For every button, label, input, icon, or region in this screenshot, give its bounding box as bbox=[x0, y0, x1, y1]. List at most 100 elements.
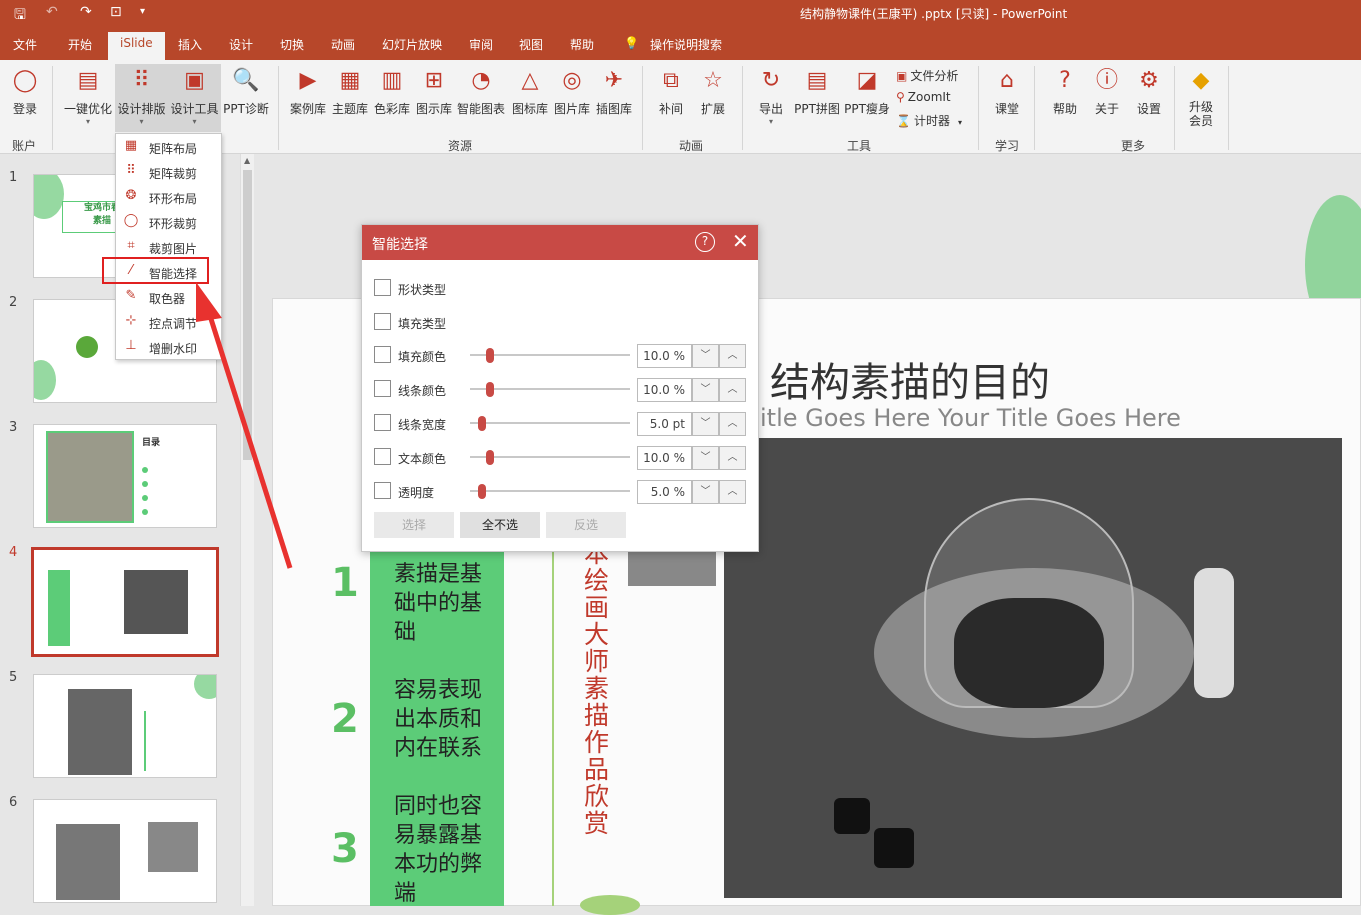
checkbox-text-color[interactable] bbox=[374, 448, 391, 465]
close-icon[interactable]: ✕ bbox=[732, 229, 749, 253]
slider-track[interactable] bbox=[470, 388, 630, 390]
slide-thumbnail-4[interactable] bbox=[31, 547, 219, 657]
menu-item-ring-layout[interactable]: ❂ 环形布局 bbox=[116, 184, 223, 209]
dialog-header[interactable]: 智能选择 ? ✕ bbox=[362, 225, 758, 260]
color-library-button[interactable]: ▥ 色彩库 bbox=[372, 66, 412, 117]
one-click-optimize-button[interactable]: ▤ 一键优化 ▾ bbox=[62, 66, 114, 126]
menu-item-color-picker[interactable]: ✎ 取色器 bbox=[116, 284, 223, 309]
decrease-button[interactable]: ﹀ bbox=[692, 412, 719, 436]
value-input[interactable]: 10.0 % bbox=[637, 344, 692, 368]
tab-review[interactable]: 审阅 bbox=[469, 36, 493, 53]
increase-button[interactable]: ︿ bbox=[719, 412, 746, 436]
customize-quick-access-icon[interactable]: ▾ bbox=[140, 6, 145, 17]
tab-islide[interactable]: iSlide bbox=[108, 32, 165, 60]
tell-me-search[interactable]: 操作说明搜索 bbox=[650, 36, 722, 53]
tab-insert[interactable]: 插入 bbox=[178, 36, 202, 53]
decrease-button[interactable]: ﹀ bbox=[692, 378, 719, 402]
checkbox-fill-type[interactable] bbox=[374, 313, 391, 330]
increase-button[interactable]: ︿ bbox=[719, 344, 746, 368]
slide-thumbnail-6[interactable] bbox=[33, 799, 217, 903]
slider-handle[interactable] bbox=[486, 382, 494, 397]
slider-handle[interactable] bbox=[486, 348, 494, 363]
invert-selection-button[interactable]: 反选 bbox=[546, 512, 626, 538]
menu-item-crop-image[interactable]: ⌗ 裁剪图片 bbox=[116, 234, 223, 259]
tab-animations[interactable]: 动画 bbox=[331, 36, 355, 53]
redo-icon[interactable]: ↷ bbox=[80, 4, 92, 20]
ppt-merge-button[interactable]: ▤ PPT拼图 bbox=[793, 66, 841, 117]
settings-button[interactable]: ⚙ 设置 bbox=[1132, 66, 1166, 117]
slider-track[interactable] bbox=[470, 456, 630, 458]
still-life-photo[interactable] bbox=[724, 438, 1342, 898]
illustration-library-button[interactable]: ✈ 插图库 bbox=[594, 66, 634, 117]
help-button[interactable]: ? 帮助 bbox=[1048, 66, 1082, 117]
help-icon[interactable]: ? bbox=[695, 232, 715, 252]
checkbox-shape-type[interactable] bbox=[374, 279, 391, 296]
increase-button[interactable]: ︿ bbox=[719, 446, 746, 470]
design-tools-button[interactable]: ▣ 设计工具 ▾ bbox=[168, 64, 221, 132]
checkbox-line-color[interactable] bbox=[374, 380, 391, 397]
menu-item-matrix-layout[interactable]: ▦ 矩阵布局 bbox=[116, 134, 223, 159]
select-none-button[interactable]: 全不选 bbox=[460, 512, 540, 538]
scroll-up-icon[interactable]: ▲ bbox=[244, 156, 250, 165]
slider-track[interactable] bbox=[470, 490, 630, 492]
tween-button[interactable]: ⧉ 补间 bbox=[654, 66, 688, 117]
login-button[interactable]: ◯ 登录 bbox=[10, 66, 40, 117]
value-input[interactable]: 5.0 pt bbox=[637, 412, 692, 436]
classroom-button[interactable]: ⌂ 课堂 bbox=[990, 66, 1024, 117]
slider-handle[interactable] bbox=[478, 416, 486, 431]
tab-help[interactable]: 帮助 bbox=[570, 36, 594, 53]
smart-chart-button[interactable]: ◔ 智能图表 bbox=[456, 66, 506, 117]
ppt-slim-button[interactable]: ◪ PPT瘦身 bbox=[843, 66, 891, 117]
vertical-red-text[interactable]: 本绘画大师素描作品欣赏 bbox=[584, 540, 612, 837]
about-button[interactable]: ⓘ 关于 bbox=[1090, 66, 1124, 117]
checkbox-line-width[interactable] bbox=[374, 414, 391, 431]
ppt-diagnose-button[interactable]: 🔍 PPT诊断 bbox=[222, 66, 270, 117]
menu-item-ring-crop[interactable]: ◯ 环形裁剪 bbox=[116, 209, 223, 234]
value-input[interactable]: 5.0 % bbox=[637, 480, 692, 504]
slide-subtitle[interactable]: itle Goes Here Your Title Goes Here bbox=[760, 404, 1181, 432]
decrease-button[interactable]: ﹀ bbox=[692, 446, 719, 470]
menu-item-matrix-crop[interactable]: ⠿ 矩阵裁剪 bbox=[116, 159, 223, 184]
tab-view[interactable]: 视图 bbox=[519, 36, 543, 53]
slider-handle[interactable] bbox=[478, 484, 486, 499]
picture-library-button[interactable]: ◎ 图片库 bbox=[552, 66, 592, 117]
slider-track[interactable] bbox=[470, 422, 630, 424]
select-button[interactable]: 选择 bbox=[374, 512, 454, 538]
zoomit-button[interactable]: ⚲ ZoomIt bbox=[896, 90, 951, 104]
slider-handle[interactable] bbox=[486, 450, 494, 465]
decrease-button[interactable]: ﹀ bbox=[692, 344, 719, 368]
timer-button[interactable]: ⌛ 计时器 ▾ bbox=[896, 112, 962, 129]
checkbox-fill-color[interactable] bbox=[374, 346, 391, 363]
design-layout-button[interactable]: ⠿ 设计排版 ▾ bbox=[115, 64, 168, 132]
slide-thumbnail-3[interactable]: 目录 bbox=[33, 424, 217, 528]
case-library-button[interactable]: ▶ 案例库 bbox=[288, 66, 328, 117]
checkbox-transparency[interactable] bbox=[374, 482, 391, 499]
tab-design[interactable]: 设计 bbox=[229, 36, 253, 53]
save-icon[interactable]: 🖫 bbox=[14, 4, 26, 28]
tab-slideshow[interactable]: 幻灯片放映 bbox=[382, 36, 442, 53]
decrease-button[interactable]: ﹀ bbox=[692, 480, 719, 504]
upgrade-member-button[interactable]: ◆ 升级 会员 bbox=[1184, 66, 1218, 128]
slider-track[interactable] bbox=[470, 354, 630, 356]
tab-home[interactable]: 开始 bbox=[68, 36, 92, 53]
thumbnail-scrollbar[interactable]: ▲ bbox=[240, 154, 254, 906]
diagram-library-button[interactable]: ⊞ 图示库 bbox=[414, 66, 454, 117]
undo-icon[interactable]: ↶ bbox=[46, 4, 58, 20]
theme-library-button[interactable]: ▦ 主题库 bbox=[330, 66, 370, 117]
menu-item-handle-adjust[interactable]: ⊹ 控点调节 bbox=[116, 309, 223, 334]
tab-transitions[interactable]: 切换 bbox=[280, 36, 304, 53]
export-button[interactable]: ↻ 导出 ▾ bbox=[754, 66, 788, 126]
increase-button[interactable]: ︿ bbox=[719, 480, 746, 504]
file-analysis-button[interactable]: ▣ 文件分析 bbox=[896, 67, 958, 84]
slide-thumbnail-5[interactable] bbox=[33, 674, 217, 778]
extend-button[interactable]: ☆ 扩展 bbox=[696, 66, 730, 117]
slide-title[interactable]: 结构素描的目的 bbox=[770, 350, 1050, 408]
tab-file[interactable]: 文件 bbox=[13, 36, 37, 53]
present-icon[interactable]: ⊡ bbox=[110, 4, 122, 20]
value-input[interactable]: 10.0 % bbox=[637, 378, 692, 402]
menu-item-watermark[interactable]: ⊥ 增删水印 bbox=[116, 334, 223, 359]
scrollbar-thumb[interactable] bbox=[243, 170, 252, 460]
icon-library-button[interactable]: △ 图标库 bbox=[510, 66, 550, 117]
value-input[interactable]: 10.0 % bbox=[637, 446, 692, 470]
increase-button[interactable]: ︿ bbox=[719, 378, 746, 402]
